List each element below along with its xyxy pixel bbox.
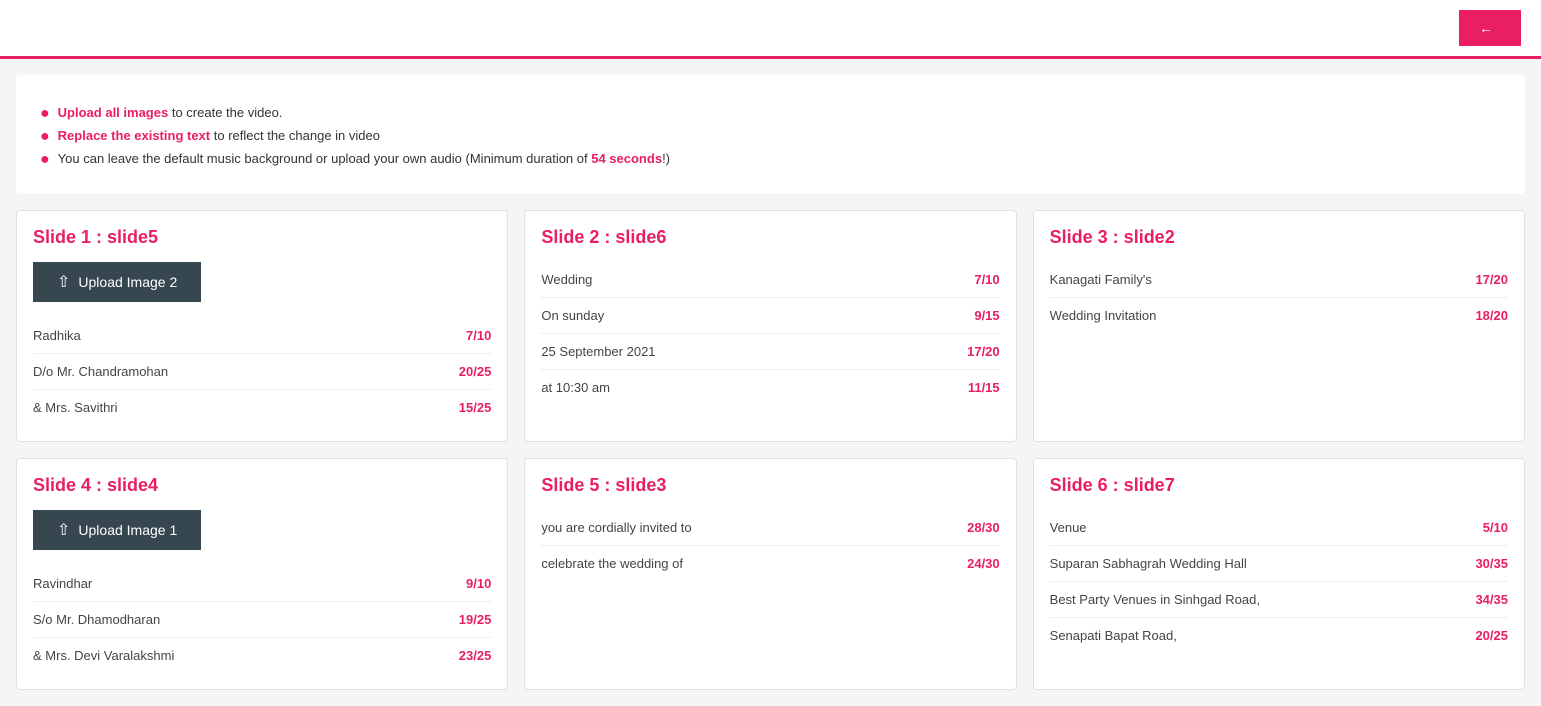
- field-label-slide3-1: Wedding Invitation: [1050, 308, 1157, 323]
- field-label-slide4-0: Ravindhar: [33, 576, 92, 591]
- tip-2: ● Replace the existing text to reflect t…: [40, 128, 1501, 145]
- field-count-slide6-1: 30/35: [1475, 556, 1508, 571]
- upload-icon-slide4: ⇧: [57, 520, 70, 540]
- back-to-library-button[interactable]: ←: [1459, 10, 1521, 46]
- field-count-slide2-2: 17/20: [967, 344, 1000, 359]
- upload-button-slide4[interactable]: ⇧ Upload Image 1: [33, 510, 201, 550]
- field-label-slide2-2: 25 September 2021: [541, 344, 655, 359]
- tip-3-text: You can leave the default music backgrou…: [58, 151, 670, 166]
- field-count-slide1-0: 7/10: [466, 328, 491, 343]
- header: ←: [0, 0, 1541, 59]
- field-label-slide1-1: D/o Mr. Chandramohan: [33, 364, 168, 379]
- field-label-slide2-1: On sunday: [541, 308, 604, 323]
- upload-icon-slide1: ⇧: [57, 272, 70, 292]
- tip-bullet-3: ●: [40, 152, 50, 168]
- field-count-slide2-3: 11/15: [968, 380, 1000, 395]
- field-row-slide3-0: Kanagati Family's 17/20: [1050, 262, 1508, 298]
- slide-card-slide5: Slide 5 : slide3 you are cordially invit…: [524, 458, 1016, 690]
- field-label-slide6-0: Venue: [1050, 520, 1087, 535]
- field-count-slide5-0: 28/30: [967, 520, 1000, 535]
- slide-card-slide4: Slide 4 : slide4 ⇧ Upload Image 1 Ravind…: [16, 458, 508, 690]
- field-row-slide5-1: celebrate the wedding of 24/30: [541, 546, 999, 581]
- field-row-slide2-0: Wedding 7/10: [541, 262, 999, 298]
- field-label-slide6-1: Suparan Sabhagrah Wedding Hall: [1050, 556, 1247, 571]
- field-count-slide1-2: 15/25: [459, 400, 492, 415]
- field-row-slide1-0: Radhika 7/10: [33, 318, 491, 354]
- field-count-slide5-1: 24/30: [967, 556, 1000, 571]
- upload-label-slide1: Upload Image 2: [78, 274, 177, 290]
- arrow-left-icon: ←: [1479, 20, 1493, 36]
- slide-title-slide2: Slide 2 : slide6: [541, 227, 999, 248]
- field-row-slide1-1: D/o Mr. Chandramohan 20/25: [33, 354, 491, 390]
- tip-bullet-2: ●: [40, 129, 50, 145]
- field-count-slide6-3: 20/25: [1475, 628, 1508, 643]
- tip-2-text: Replace the existing text to reflect the…: [58, 128, 380, 143]
- slide-card-slide3: Slide 3 : slide2 Kanagati Family's 17/20…: [1033, 210, 1525, 442]
- tip-bullet-1: ●: [40, 106, 50, 122]
- tip-1: ● Upload all images to create the video.: [40, 105, 1501, 122]
- pro-tips-section: ● Upload all images to create the video.…: [16, 75, 1525, 194]
- field-count-slide4-1: 19/25: [459, 612, 492, 627]
- field-row-slide6-3: Senapati Bapat Road, 20/25: [1050, 618, 1508, 653]
- field-label-slide6-3: Senapati Bapat Road,: [1050, 628, 1177, 643]
- field-count-slide3-0: 17/20: [1475, 272, 1508, 287]
- field-row-slide4-2: & Mrs. Devi Varalakshmi 23/25: [33, 638, 491, 673]
- slide-card-slide6: Slide 6 : slide7 Venue 5/10 Suparan Sabh…: [1033, 458, 1525, 690]
- field-row-slide6-2: Best Party Venues in Sinhgad Road, 34/35: [1050, 582, 1508, 618]
- tip-1-highlight: Upload all images: [58, 105, 169, 120]
- slide-title-slide5: Slide 5 : slide3: [541, 475, 999, 496]
- upload-button-slide1[interactable]: ⇧ Upload Image 2: [33, 262, 201, 302]
- slide-title-slide1: Slide 1 : slide5: [33, 227, 491, 248]
- slides-grid: Slide 1 : slide5 ⇧ Upload Image 2 Radhik…: [0, 194, 1541, 706]
- tip-3: ● You can leave the default music backgr…: [40, 151, 1501, 168]
- field-label-slide4-1: S/o Mr. Dhamodharan: [33, 612, 160, 627]
- tip-1-text: Upload all images to create the video.: [58, 105, 283, 120]
- field-row-slide4-1: S/o Mr. Dhamodharan 19/25: [33, 602, 491, 638]
- field-label-slide2-3: at 10:30 am: [541, 380, 610, 395]
- tip-1-rest: to create the video.: [172, 105, 283, 120]
- field-count-slide1-1: 20/25: [459, 364, 492, 379]
- slide-title-slide4: Slide 4 : slide4: [33, 475, 491, 496]
- field-row-slide2-3: at 10:30 am 11/15: [541, 370, 999, 405]
- field-count-slide6-0: 5/10: [1483, 520, 1508, 535]
- field-count-slide4-2: 23/25: [459, 648, 492, 663]
- tip-3-highlight: 54 seconds: [591, 151, 662, 166]
- field-row-slide6-0: Venue 5/10: [1050, 510, 1508, 546]
- field-label-slide3-0: Kanagati Family's: [1050, 272, 1152, 287]
- field-label-slide6-2: Best Party Venues in Sinhgad Road,: [1050, 592, 1260, 607]
- upload-label-slide4: Upload Image 1: [78, 522, 177, 538]
- field-count-slide3-1: 18/20: [1475, 308, 1508, 323]
- field-row-slide1-2: & Mrs. Savithri 15/25: [33, 390, 491, 425]
- field-row-slide5-0: you are cordially invited to 28/30: [541, 510, 999, 546]
- field-label-slide5-1: celebrate the wedding of: [541, 556, 683, 571]
- slide-card-slide1: Slide 1 : slide5 ⇧ Upload Image 2 Radhik…: [16, 210, 508, 442]
- field-label-slide5-0: you are cordially invited to: [541, 520, 691, 535]
- field-row-slide2-1: On sunday 9/15: [541, 298, 999, 334]
- field-label-slide1-0: Radhika: [33, 328, 81, 343]
- tip-2-highlight: Replace the existing text: [58, 128, 210, 143]
- slide-title-slide3: Slide 3 : slide2: [1050, 227, 1508, 248]
- field-label-slide2-0: Wedding: [541, 272, 592, 287]
- field-count-slide2-1: 9/15: [974, 308, 999, 323]
- tip-2-rest: to reflect the change in video: [214, 128, 380, 143]
- field-label-slide1-2: & Mrs. Savithri: [33, 400, 118, 415]
- field-row-slide4-0: Ravindhar 9/10: [33, 566, 491, 602]
- field-count-slide2-0: 7/10: [974, 272, 999, 287]
- field-count-slide6-2: 34/35: [1475, 592, 1508, 607]
- field-row-slide3-1: Wedding Invitation 18/20: [1050, 298, 1508, 333]
- field-count-slide4-0: 9/10: [466, 576, 491, 591]
- field-row-slide2-2: 25 September 2021 17/20: [541, 334, 999, 370]
- slide-card-slide2: Slide 2 : slide6 Wedding 7/10 On sunday …: [524, 210, 1016, 442]
- field-label-slide4-2: & Mrs. Devi Varalakshmi: [33, 648, 174, 663]
- field-row-slide6-1: Suparan Sabhagrah Wedding Hall 30/35: [1050, 546, 1508, 582]
- slide-title-slide6: Slide 6 : slide7: [1050, 475, 1508, 496]
